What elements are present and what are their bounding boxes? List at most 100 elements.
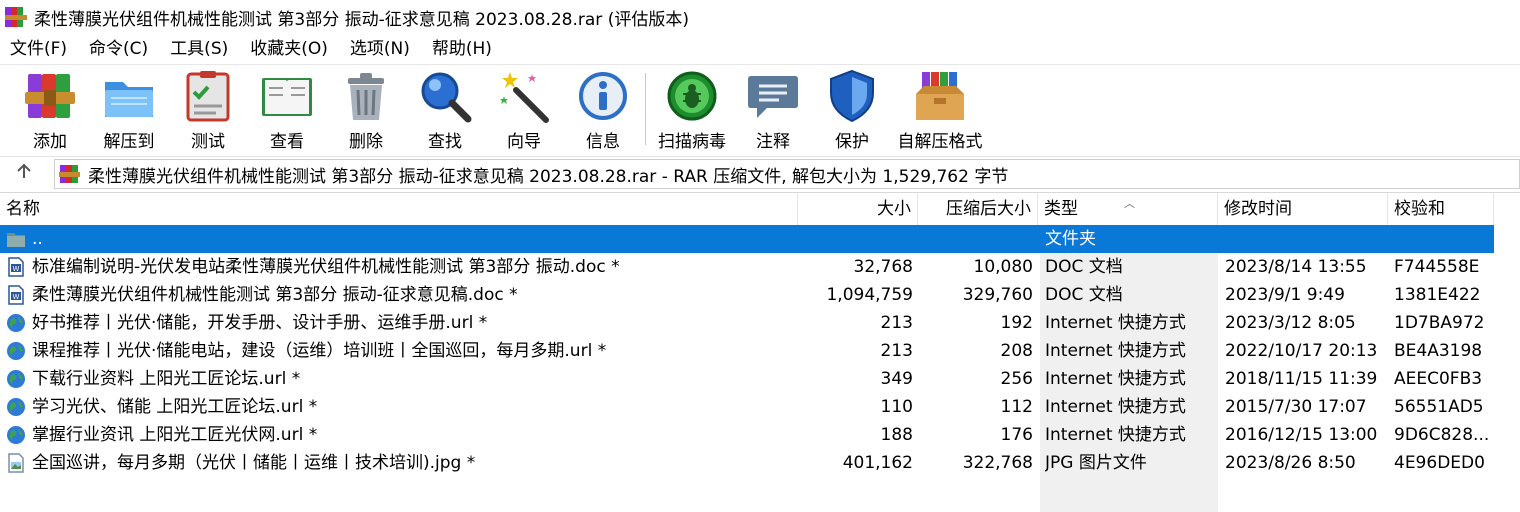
column-header-modified[interactable]: 修改时间 [1218,193,1388,225]
folder-icon [6,229,26,249]
file-packed-size: 10,080 [973,257,1033,277]
test-button[interactable]: 测试 [168,68,248,152]
globe-icon [6,369,26,389]
file-row[interactable]: .. 文件夹 [0,225,1494,253]
info-icon [575,68,631,124]
file-type: DOC 文档 [1045,285,1123,305]
file-row[interactable]: 全国巡讲，每月多期（光伏丨储能丨运维丨技术培训).jpg * 401,162 322… [0,449,1494,477]
winrar-app-icon [4,5,28,29]
wizard-label: 向导 [507,132,541,152]
file-modified: 2023/3/12 8:05 [1225,313,1356,333]
file-type: Internet 快捷方式 [1045,425,1186,445]
comment-button[interactable]: 注释 [733,68,813,152]
add-button[interactable]: 添加 [10,68,90,152]
up-folder-button[interactable] [10,161,38,185]
file-type: Internet 快捷方式 [1045,313,1186,333]
globe-icon [6,425,26,445]
column-header-name[interactable]: 名称 [0,193,798,225]
file-crc: F744558E [1394,257,1480,277]
file-modified: 2018/11/15 11:39 [1225,369,1378,389]
books-stack-icon [22,68,78,124]
address-bar: 柔性薄膜光伏组件机械性能测试 第3部分 振动-征求意见稿 2023.08.28.… [0,156,1520,189]
svg-text:W: W [13,293,20,301]
file-size: 213 [880,313,913,333]
extract-to-button[interactable]: 解压到 [89,68,169,152]
file-size: 32,768 [853,257,913,277]
delete-label: 删除 [349,132,383,152]
file-modified: 2023/8/14 13:55 [1225,257,1367,277]
find-button[interactable]: 查找 [405,68,485,152]
wizard-button[interactable]: 向导 [484,68,564,152]
delete-button[interactable]: 删除 [326,68,406,152]
menu-help[interactable]: 帮助(H) [421,34,503,64]
file-modified: 2022/10/17 20:13 [1225,341,1378,361]
menu-commands[interactable]: 命令(C) [78,34,159,64]
file-name-cell: .. [6,225,796,253]
file-row[interactable]: 掌握行业资讯 上阳光工匠光伏网.url * 188 176 Internet 快捷方式… [0,421,1494,449]
file-crc: 4E96DED0 [1394,453,1485,473]
folder-icon [101,68,157,124]
file-row[interactable]: 好书推荐丨光伏·储能，开发手册、设计手册、运维手册.url * 213 192 Int… [0,309,1494,337]
sfx-box-icon [912,68,968,124]
menu-tools[interactable]: 工具(S) [159,34,239,64]
menu-favorites[interactable]: 收藏夹(O) [239,34,339,64]
file-row[interactable]: 下载行业资料 上阳光工匠论坛.url * 349 256 Internet 快捷方式 2… [0,365,1494,393]
file-name: 柔性薄膜光伏组件机械性能测试 第3部分 振动-征求意见稿.doc * [32,285,518,305]
file-name: 好书推荐丨光伏·储能，开发手册、设计手册、运维手册.url * [32,313,488,333]
column-header-packed[interactable]: 压缩后大小 [918,193,1038,225]
winrar-window: 柔性薄膜光伏组件机械性能测试 第3部分 振动-征求意见稿 2023.08.28.… [0,0,1520,512]
toolbar: 添加 解压到 测试 查看 删除 查找 向导 信息 扫描病毒 注释 保护 自解压格… [0,64,1520,155]
word-doc-icon: W [6,285,26,305]
file-packed-size: 176 [1000,425,1033,445]
file-crc: AEEC0FB3 [1394,369,1483,389]
info-label: 信息 [586,132,620,152]
sfx-button[interactable]: 自解压格式 [897,68,983,152]
file-name: 下载行业资料 上阳光工匠论坛.url * [32,369,301,389]
sfx-label: 自解压格式 [897,132,983,152]
file-type: Internet 快捷方式 [1045,369,1186,389]
toolbar-separator [645,73,646,145]
add-label: 添加 [33,132,67,152]
trash-can-icon [338,68,394,124]
file-size: 213 [880,341,913,361]
file-size: 188 [880,425,913,445]
file-modified: 2023/9/1 9:49 [1225,285,1345,305]
file-name: 课程推荐丨光伏·储能电站，建设（运维）培训班丨全国巡回，每月多期.url * [32,341,607,361]
comment-icon [745,68,801,124]
file-row[interactable]: 课程推荐丨光伏·储能电站，建设（运维）培训班丨全国巡回，每月多期.url * 21… [0,337,1494,365]
title-bar[interactable]: 柔性薄膜光伏组件机械性能测试 第3部分 振动-征求意见稿 2023.08.28.… [0,0,1520,34]
file-type: 文件夹 [1045,229,1096,249]
file-packed-size: 208 [1000,341,1033,361]
file-list[interactable]: 名称 大小 压缩后大小 类型 ︿ 修改时间 校验和 .. 文件夹 W 标准编制说明-光… [0,192,1520,512]
find-label: 查找 [428,132,462,152]
info-button[interactable]: 信息 [563,68,643,152]
bug-scan-icon [664,68,720,124]
file-packed-size: 112 [1000,397,1033,417]
file-name-cell: 全国巡讲，每月多期（光伏丨储能丨运维丨技术培训).jpg * [6,449,796,477]
up-arrow-icon [14,161,34,185]
checklist-icon [180,68,236,124]
file-name-cell: W 标准编制说明-光伏发电站柔性薄膜光伏组件机械性能测试 第3部分 振动.doc … [6,253,796,281]
column-header-size[interactable]: 大小 [798,193,918,225]
view-button[interactable]: 查看 [247,68,327,152]
file-modified: 2023/8/26 8:50 [1225,453,1356,473]
menu-options[interactable]: 选项(N) [339,34,421,64]
file-packed-size [918,225,1033,253]
file-size: 401,162 [842,453,913,473]
view-label: 查看 [270,132,304,152]
file-modified: 2016/12/15 13:00 [1225,425,1378,445]
file-type: Internet 快捷方式 [1045,397,1186,417]
file-row[interactable]: 学习光伏、储能 上阳光工匠论坛.url * 110 112 Internet 快捷方式… [0,393,1494,421]
column-header-crc[interactable]: 校验和 [1388,193,1494,225]
menu-file[interactable]: 文件(F) [0,34,78,64]
file-row[interactable]: W 标准编制说明-光伏发电站柔性薄膜光伏组件机械性能测试 第3部分 振动.doc … [0,253,1494,281]
rar-archive-icon [59,163,81,185]
virus-scan-button[interactable]: 扫描病毒 [652,68,732,152]
globe-icon [6,341,26,361]
file-row[interactable]: W 柔性薄膜光伏组件机械性能测试 第3部分 振动-征求意见稿.doc * 1,094… [0,281,1494,309]
address-field[interactable]: 柔性薄膜光伏组件机械性能测试 第3部分 振动-征求意见稿 2023.08.28.… [54,159,1520,189]
protect-button[interactable]: 保护 [812,68,892,152]
file-type: Internet 快捷方式 [1045,341,1186,361]
protect-label: 保护 [835,132,869,152]
file-crc: 9D6C828... [1394,425,1490,445]
